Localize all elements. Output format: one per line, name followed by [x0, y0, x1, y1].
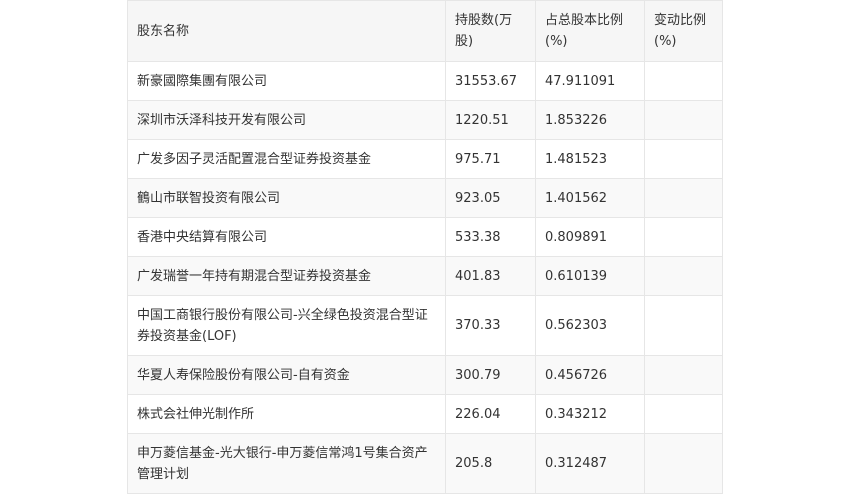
table-row: 中国工商银行股份有限公司-兴全绿色投资混合型证券投资基金(LOF) 370.33… — [127, 295, 723, 356]
table-row: 鶴山市联智投资有限公司 923.05 1.401562 — [127, 178, 723, 218]
cell-change — [644, 355, 723, 395]
cell-name: 华夏人寿保险股份有限公司-自有资金 — [127, 355, 446, 395]
cell-name: 新豪國際集團有限公司 — [127, 61, 446, 101]
cell-shares: 975.71 — [445, 139, 536, 179]
cell-ratio: 0.343212 — [535, 394, 645, 434]
table-row: 香港中央结算有限公司 533.38 0.809891 — [127, 217, 723, 257]
cell-ratio: 0.312487 — [535, 433, 645, 494]
cell-shares: 226.04 — [445, 394, 536, 434]
header-shareholder-name: 股东名称 — [127, 0, 446, 62]
table-header-row: 股东名称 持股数(万股) 占总股本比例(%) 变动比例(%) — [127, 0, 723, 62]
cell-change — [644, 433, 723, 494]
cell-ratio: 1.401562 — [535, 178, 645, 218]
cell-ratio: 0.456726 — [535, 355, 645, 395]
cell-change — [644, 217, 723, 257]
cell-ratio: 1.481523 — [535, 139, 645, 179]
cell-shares: 1220.51 — [445, 100, 536, 140]
cell-ratio: 1.853226 — [535, 100, 645, 140]
cell-name: 广发瑞誉一年持有期混合型证券投资基金 — [127, 256, 446, 296]
table-row: 申万菱信基金-光大银行-申万菱信常鸿1号集合资产管理计划 205.8 0.312… — [127, 433, 723, 494]
table-row: 华夏人寿保险股份有限公司-自有资金 300.79 0.456726 — [127, 355, 723, 395]
cell-shares: 205.8 — [445, 433, 536, 494]
cell-name: 广发多因子灵活配置混合型证券投资基金 — [127, 139, 446, 179]
cell-name: 中国工商银行股份有限公司-兴全绿色投资混合型证券投资基金(LOF) — [127, 295, 446, 356]
cell-ratio: 0.610139 — [535, 256, 645, 296]
cell-name: 香港中央结算有限公司 — [127, 217, 446, 257]
table-row: 株式会社伸光制作所 226.04 0.343212 — [127, 394, 723, 434]
shareholder-table: 股东名称 持股数(万股) 占总股本比例(%) 变动比例(%) 新豪國際集團有限公… — [127, 0, 723, 494]
cell-shares: 401.83 — [445, 256, 536, 296]
cell-shares: 923.05 — [445, 178, 536, 218]
table-row: 广发多因子灵活配置混合型证券投资基金 975.71 1.481523 — [127, 139, 723, 179]
cell-shares: 370.33 — [445, 295, 536, 356]
cell-name: 鶴山市联智投资有限公司 — [127, 178, 446, 218]
cell-ratio: 0.562303 — [535, 295, 645, 356]
cell-change — [644, 295, 723, 356]
header-change: 变动比例(%) — [644, 0, 723, 62]
table-row: 深圳市沃泽科技开发有限公司 1220.51 1.853226 — [127, 100, 723, 140]
cell-change — [644, 256, 723, 296]
cell-change — [644, 178, 723, 218]
header-shares: 持股数(万股) — [445, 0, 536, 62]
cell-change — [644, 61, 723, 101]
cell-name: 深圳市沃泽科技开发有限公司 — [127, 100, 446, 140]
table-row: 广发瑞誉一年持有期混合型证券投资基金 401.83 0.610139 — [127, 256, 723, 296]
shareholder-table-container: 股东名称 持股数(万股) 占总股本比例(%) 变动比例(%) 新豪國際集團有限公… — [127, 0, 723, 494]
cell-shares: 300.79 — [445, 355, 536, 395]
cell-ratio: 0.809891 — [535, 217, 645, 257]
cell-change — [644, 100, 723, 140]
cell-name: 株式会社伸光制作所 — [127, 394, 446, 434]
cell-ratio: 47.911091 — [535, 61, 645, 101]
header-ratio: 占总股本比例(%) — [535, 0, 645, 62]
table-row: 新豪國際集團有限公司 31553.67 47.911091 — [127, 61, 723, 101]
cell-shares: 31553.67 — [445, 61, 536, 101]
cell-change — [644, 139, 723, 179]
cell-shares: 533.38 — [445, 217, 536, 257]
cell-change — [644, 394, 723, 434]
cell-name: 申万菱信基金-光大银行-申万菱信常鸿1号集合资产管理计划 — [127, 433, 446, 494]
